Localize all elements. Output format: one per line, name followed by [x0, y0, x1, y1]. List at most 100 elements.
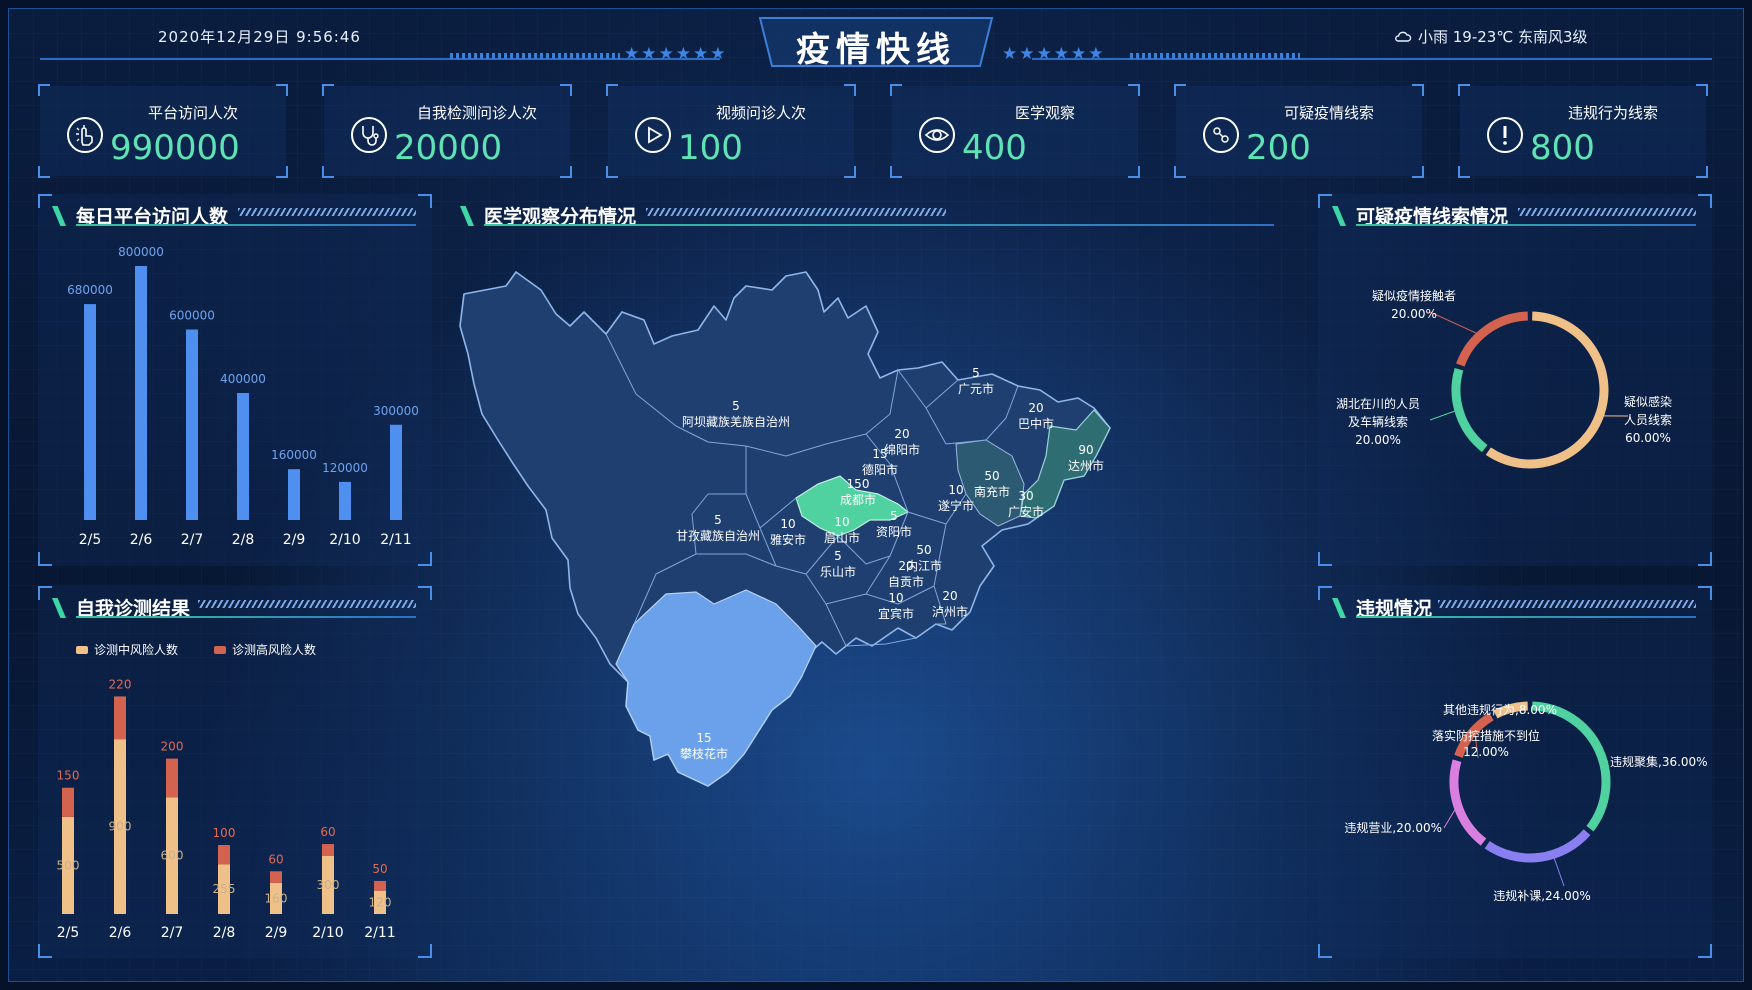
data-label: 150 [57, 769, 80, 783]
data-label: 120 [369, 895, 392, 909]
region-value: 5 [732, 399, 740, 413]
tick-label: 2/7 [181, 532, 204, 548]
region-name: 眉山市 [824, 530, 860, 545]
region-name: 泸州市 [932, 604, 968, 619]
region-name: 达州市 [1068, 458, 1104, 473]
region-value: 10 [780, 517, 795, 531]
legend-label: 诊测中风险人数 [94, 642, 178, 657]
bar-high-risk [114, 696, 126, 740]
tick-label: 2/8 [213, 925, 236, 941]
weather-text: 小雨 19-23℃ 东南风3级 [1418, 28, 1588, 46]
bar-high-risk [322, 844, 334, 856]
stat-value: 400 [962, 128, 1027, 168]
stat-card-2: 自我检测问诊人次 20000 [322, 84, 572, 178]
region-value: 10 [834, 515, 849, 529]
data-label: 120000 [322, 461, 368, 475]
violations-panel: 违规情况 违规聚集,36.00% 违规补课,24.00% 违规营业,20.00% 落实… [1318, 586, 1712, 958]
region-value: 10 [888, 591, 903, 605]
bar [237, 393, 249, 520]
region-name: 宜宾市 [878, 606, 914, 621]
legend-label: 诊测高风险人数 [232, 642, 316, 657]
stat-value: 800 [1530, 128, 1595, 168]
virus-icon [1203, 117, 1239, 153]
tick-label: 2/6 [109, 925, 132, 941]
stat-label: 平台访问人次 [147, 104, 238, 122]
stars-right: ★★★★★★ [1002, 44, 1106, 64]
data-label: 600 [161, 849, 184, 863]
clues-donut-chart: 疑似感染人员线索 60.00% 湖北在川的人员及车辆线索 20.00% 疑似疫情接触者 2… [1336, 288, 1672, 469]
slice-label: 12.00% [1463, 745, 1509, 759]
leader-line [1429, 311, 1485, 338]
data-label: 160 [265, 891, 288, 905]
bar [390, 424, 402, 520]
region-name: 南充市 [974, 484, 1010, 499]
tick-label: 2/5 [79, 532, 102, 548]
slice-label: 落实防控措施不到位 [1432, 728, 1540, 743]
title-box: 疫情快线 [758, 14, 994, 70]
slice-percent: 20.00% [1391, 307, 1437, 321]
header-dash-left [450, 53, 620, 59]
bar [135, 266, 147, 520]
tick-label: 2/10 [312, 925, 343, 941]
header-datetime: 2020年12月29日 9:56:46 [158, 28, 361, 46]
self-check-panel: 自我诊测结果 诊测中风险人数 诊测高风险人数 500 150 2/5 900 220 2/6 6… [38, 586, 432, 958]
data-label: 800000 [118, 245, 164, 259]
bar-high-risk [62, 787, 74, 817]
bar-high-risk [166, 758, 178, 798]
violations-donut-chart: 违规聚集,36.00% 违规补课,24.00% 违规营业,20.00% 落实防控措施不… [1344, 701, 1708, 903]
stat-card-6: 违规行为线索 800 [1458, 84, 1708, 178]
stat-value: 200 [1246, 128, 1311, 168]
data-label: 500 [57, 858, 80, 872]
tick-label: 2/7 [161, 925, 184, 941]
eye-icon [919, 117, 955, 153]
stat-card-1: 平台访问人次 990000 [38, 84, 288, 178]
tick-label: 2/9 [283, 532, 306, 548]
stars-left: ★★★★★★ [624, 44, 728, 64]
slice-label: 及车辆线索 [1348, 414, 1408, 429]
region-value: 150 [847, 477, 870, 491]
stat-value: 990000 [110, 128, 240, 168]
stat-value: 20000 [394, 128, 503, 168]
tick-label: 2/10 [329, 532, 360, 548]
alert-icon [1487, 117, 1523, 153]
region-name: 攀枝花市 [680, 746, 728, 761]
data-label: 400000 [220, 372, 266, 386]
region-value: 90 [1078, 443, 1093, 457]
data-label: 100 [213, 826, 236, 840]
sichuan-map: 5阿坝藏族羌族自治州5甘孜藏族自治州5广元市20巴中市90达州市20绵阳市15德… [459, 271, 1111, 787]
region-name: 阿坝藏族羌族自治州 [682, 415, 790, 429]
slice-label: 人员线索 [1624, 413, 1672, 427]
slice-label: 违规补课,24.00% [1493, 888, 1591, 903]
region-name: 甘孜藏族自治州 [676, 529, 760, 543]
region-value: 15 [696, 731, 711, 745]
data-label: 60 [320, 825, 335, 839]
donut-slice [1449, 759, 1487, 846]
data-label: 200 [161, 740, 184, 754]
region-name: 绵阳市 [884, 442, 920, 457]
data-label: 300 [317, 878, 340, 892]
tick-label: 2/8 [232, 532, 255, 548]
region-value: 10 [948, 483, 963, 497]
region-name: 巴中市 [1018, 416, 1054, 431]
data-label: 600000 [169, 309, 215, 323]
region-name: 资阳市 [876, 524, 912, 539]
bar-high-risk [218, 845, 230, 865]
cloud-icon [1395, 31, 1412, 42]
donut-slice [1485, 311, 1609, 469]
stat-card-3: 视频问诊人次 100 [606, 84, 856, 178]
stethoscope-icon [351, 117, 387, 153]
region-name: 雅安市 [770, 532, 806, 547]
donut-slice [1484, 829, 1591, 863]
data-label: 60 [268, 852, 283, 866]
leader-line [1443, 804, 1459, 829]
region-value: 20 [1028, 401, 1043, 415]
stat-label: 自我检测问诊人次 [416, 104, 537, 122]
data-label: 900 [109, 820, 132, 834]
region-name: 成都市 [840, 492, 876, 507]
slice-label: 违规聚集,36.00% [1610, 754, 1708, 769]
region-value: 5 [714, 513, 722, 527]
slice-label: 其他违规行为,8.00% [1443, 702, 1557, 717]
region-value: 5 [834, 549, 842, 563]
stat-card-5: 可疑疫情线索 200 [1174, 84, 1424, 178]
tick-label: 2/11 [364, 925, 395, 941]
